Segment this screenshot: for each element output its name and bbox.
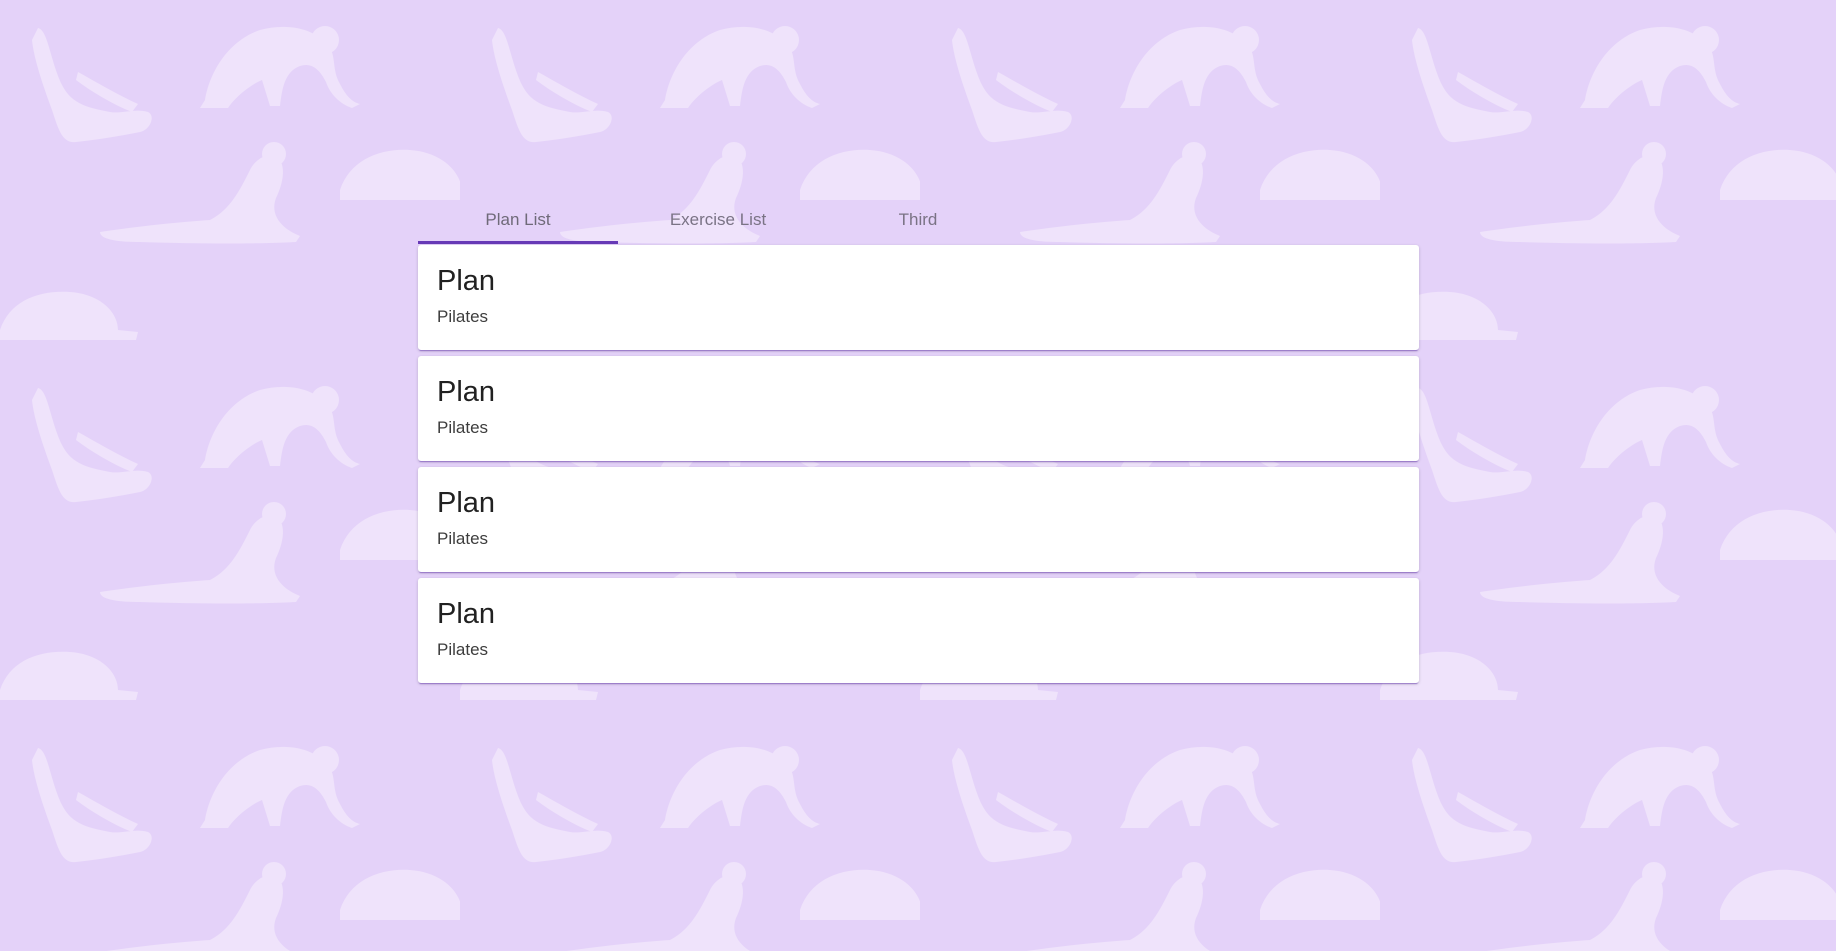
tab-third[interactable]: Third xyxy=(818,196,1018,244)
plan-card[interactable]: Plan Pilates xyxy=(418,356,1419,461)
plan-card[interactable]: Plan Pilates xyxy=(418,467,1419,572)
plan-subtitle: Pilates xyxy=(437,307,489,326)
tab-label: Plan List xyxy=(485,210,551,229)
plan-subtitle: Pilates xyxy=(437,418,489,437)
plan-title: Plan xyxy=(437,265,496,297)
plan-title: Plan xyxy=(437,487,496,519)
plan-card[interactable]: Plan Pilates xyxy=(418,578,1419,683)
tab-label: Third xyxy=(898,210,938,229)
plan-card[interactable]: Plan Pilates xyxy=(418,245,1419,350)
plan-title: Plan xyxy=(437,598,496,630)
tab-plan-list[interactable]: Plan List xyxy=(418,196,618,244)
plan-list: Plan Pilates Plan Pilates Plan Pilates P… xyxy=(418,245,1419,689)
tab-bar: Plan List Exercise List Third xyxy=(418,196,1419,244)
tab-label: Exercise List xyxy=(669,210,767,229)
plan-subtitle: Pilates xyxy=(437,640,489,659)
tab-exercise-list[interactable]: Exercise List xyxy=(618,196,818,244)
plan-title: Plan xyxy=(437,376,496,408)
active-tab-indicator xyxy=(418,241,618,244)
plan-subtitle: Pilates xyxy=(437,529,489,548)
